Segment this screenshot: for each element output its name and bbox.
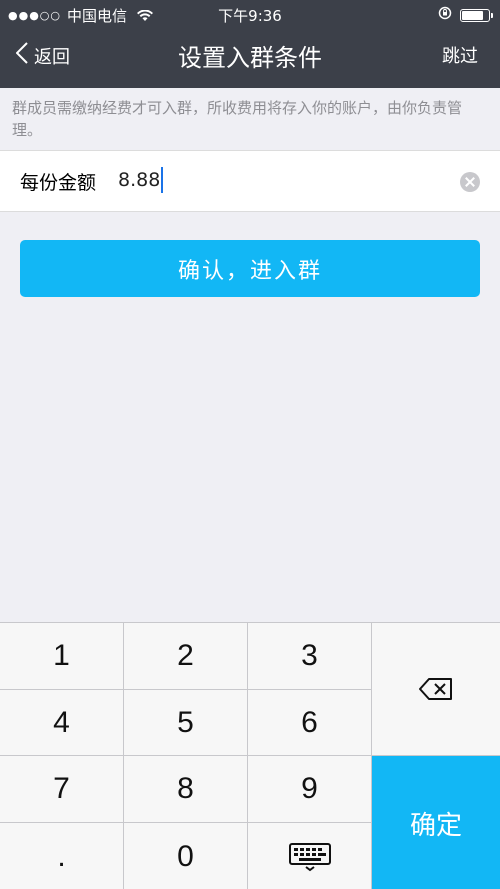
- amount-input[interactable]: 8.88: [118, 167, 164, 193]
- key-9[interactable]: 9: [248, 756, 372, 823]
- keyboard-icon: [288, 842, 332, 872]
- confirm-join-button[interactable]: 确认，进入群: [20, 240, 480, 297]
- key-3[interactable]: 3: [248, 623, 372, 690]
- nav-bar: 返回 设置入群条件 跳过: [0, 28, 500, 88]
- app-header: ●●●○○ 中国电信 下午9:36 返回 设置入群条件 跳过: [0, 0, 500, 88]
- keypad-confirm-button[interactable]: 确定: [372, 756, 500, 889]
- key-5[interactable]: 5: [124, 690, 248, 756]
- orientation-lock-icon: [438, 6, 452, 24]
- hide-keyboard-key[interactable]: [248, 823, 372, 889]
- backspace-icon: [418, 677, 454, 701]
- key-1[interactable]: 1: [0, 623, 124, 690]
- key-8[interactable]: 8: [124, 756, 248, 823]
- status-time: 下午9:36: [218, 7, 282, 25]
- key-6[interactable]: 6: [248, 690, 372, 756]
- status-bar: ●●●○○ 中国电信 下午9:36: [0, 0, 500, 28]
- numeric-keypad: 1 2 3 4 5 6 7 8 9 . 0 确定: [0, 622, 500, 889]
- amount-label: 每份金额: [20, 172, 97, 194]
- key-decimal[interactable]: .: [0, 823, 124, 889]
- key-7[interactable]: 7: [0, 756, 124, 823]
- battery-icon: [460, 8, 493, 22]
- backspace-key[interactable]: [372, 623, 500, 756]
- hint-text: 群成员需缴纳经费才可入群，所收费用将存入你的账户，由你负责管理。: [12, 99, 463, 139]
- amount-value: 8.88: [118, 169, 161, 191]
- key-2[interactable]: 2: [124, 623, 248, 690]
- page-title: 设置入群条件: [178, 44, 322, 72]
- key-0[interactable]: 0: [124, 823, 248, 889]
- status-right: [438, 6, 493, 24]
- text-caret: [161, 167, 164, 193]
- key-4[interactable]: 4: [0, 690, 124, 756]
- skip-button[interactable]: 跳过: [442, 42, 478, 68]
- amount-row: 每份金额 8.88: [0, 150, 500, 212]
- clear-icon[interactable]: [460, 172, 480, 192]
